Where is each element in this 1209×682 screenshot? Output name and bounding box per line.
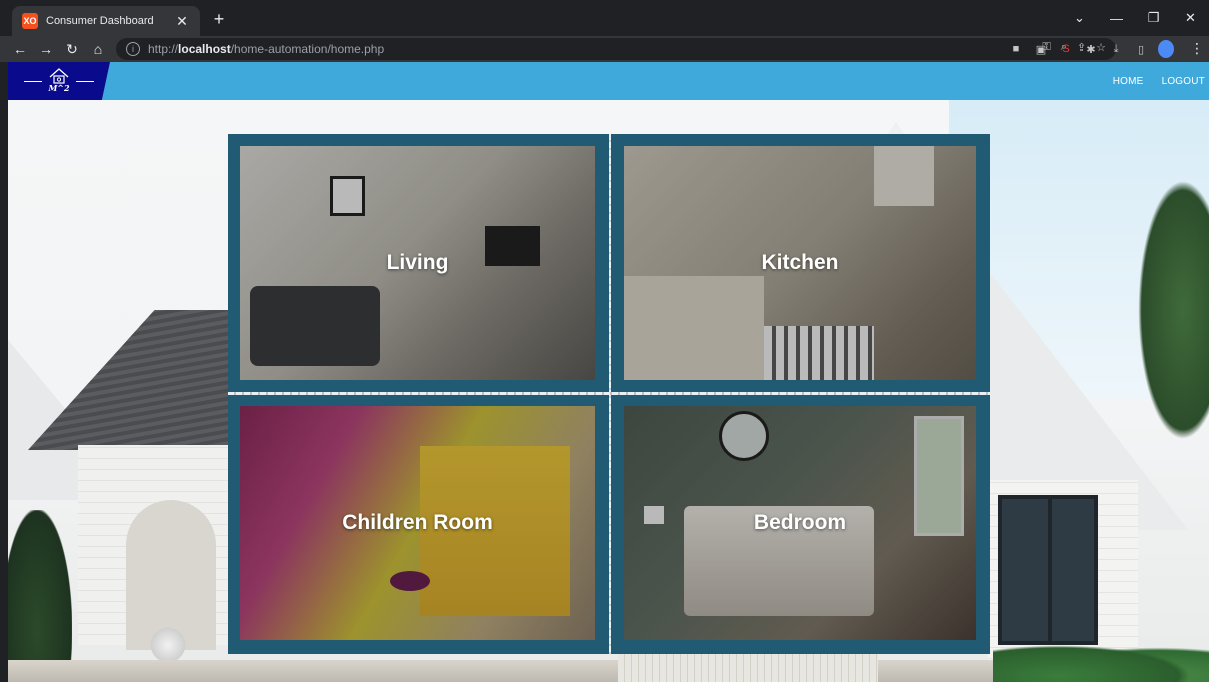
reload-icon[interactable]: ↻ (60, 41, 84, 58)
extension-icon[interactable]: ▣ (1033, 43, 1049, 56)
extension-icon[interactable]: ■ (1008, 43, 1024, 55)
close-window-icon[interactable]: ✕ (1172, 10, 1209, 26)
browser-tab[interactable]: XO Consumer Dashboard ✕ (12, 6, 200, 36)
page-viewport: M^2 HOME LOGOUT Living Kitchen Children … (8, 62, 1209, 682)
nav-logout-link[interactable]: LOGOUT (1162, 76, 1205, 87)
shingle-roof (28, 310, 258, 450)
nav-home-link[interactable]: HOME (1113, 76, 1144, 87)
home-icon[interactable]: ⌂ (86, 41, 110, 57)
room-label: Bedroom (753, 511, 847, 534)
back-arrow-icon[interactable]: ← (8, 41, 32, 57)
url-scheme: http:// (148, 42, 179, 56)
extension-red-icon[interactable]: S (1058, 43, 1074, 55)
room-label: Living (386, 251, 449, 274)
porch-chair (148, 625, 188, 665)
browser-tab-bar: XO Consumer Dashboard ✕ + ⌄ — ❐ ✕ (0, 0, 1209, 36)
brand-logo[interactable]: M^2 (8, 62, 110, 100)
rooms-grid: Living Kitchen Children Room Bedroom (228, 134, 990, 654)
tree-right (1138, 180, 1209, 440)
url-host: localhost (178, 42, 231, 56)
logo-text: M^2 (48, 83, 70, 93)
logo-line-left (24, 80, 42, 82)
kebab-menu-icon[interactable]: ⋮ (1190, 40, 1204, 57)
site-info-icon[interactable]: i (126, 42, 140, 56)
logo-mark: M^2 (45, 67, 73, 95)
side-panel-icon[interactable]: ▯ (1133, 43, 1149, 56)
window-controls: ⌄ — ❐ ✕ (1061, 0, 1209, 36)
extensions-area: ■ ▣ S ✱ ⤓ ▯ (1008, 40, 1174, 58)
download-icon[interactable]: ⤓ (1108, 43, 1124, 56)
forward-arrow-icon[interactable]: → (34, 41, 58, 57)
new-tab-plus-icon[interactable]: + (208, 9, 230, 29)
room-card-bedroom[interactable]: Bedroom (624, 406, 976, 640)
room-card-living[interactable]: Living (240, 146, 595, 380)
house-window (998, 495, 1098, 645)
puzzle-extensions-icon[interactable]: ✱ (1083, 43, 1099, 56)
url-path: /home-automation/home.php (230, 42, 385, 56)
tab-title: Consumer Dashboard (46, 15, 154, 27)
evergreen-tree (8, 510, 72, 682)
url-text[interactable]: http://localhost/home-automation/home.ph… (148, 42, 384, 56)
room-label: Children Room (342, 511, 493, 534)
room-card-children-room[interactable]: Children Room (240, 406, 595, 640)
profile-avatar[interactable] (1158, 40, 1174, 58)
nav-links: HOME LOGOUT (1113, 62, 1205, 100)
front-steps (618, 652, 878, 682)
tab-search-chevron-icon[interactable]: ⌄ (1061, 10, 1098, 26)
address-bar[interactable]: i http://localhost/home-automation/home.… (116, 38, 1116, 60)
room-label: Kitchen (761, 251, 839, 274)
minimize-icon[interactable]: — (1098, 11, 1135, 26)
xampp-favicon-icon: XO (22, 13, 38, 29)
grid-divider-horizontal (228, 392, 990, 395)
tab-close-icon[interactable]: ✕ (174, 13, 190, 30)
room-card-kitchen[interactable]: Kitchen (624, 146, 976, 380)
app-navbar: M^2 HOME LOGOUT (8, 62, 1209, 100)
logo-line-right (76, 80, 94, 82)
restore-icon[interactable]: ❐ (1135, 10, 1172, 26)
shrubs (993, 640, 1209, 682)
